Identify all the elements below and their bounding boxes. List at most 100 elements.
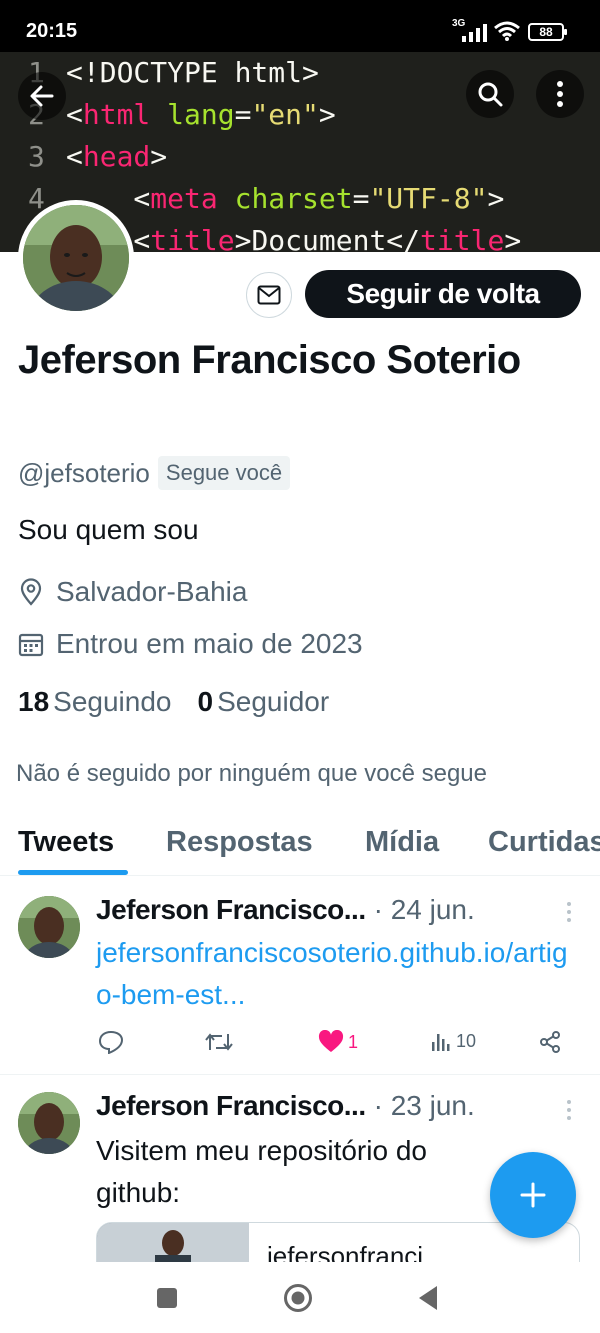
views-bar-chart-icon <box>432 1034 450 1051</box>
reply-icon <box>98 1030 124 1054</box>
status-time: 20:15 <box>26 20 78 42</box>
code-token: lang <box>150 98 235 131</box>
battery-level: 88 <box>539 25 553 39</box>
views-button[interactable]: 10 <box>430 1030 476 1052</box>
location-pin-icon <box>20 578 42 606</box>
retweet-icon <box>205 1033 233 1051</box>
share-icon <box>540 1031 560 1053</box>
square-icon <box>157 1288 177 1308</box>
follow-back-button[interactable]: Seguir de volta <box>305 270 581 318</box>
profile-handle: @jefsoterio <box>18 457 150 488</box>
avatar-photo <box>18 896 80 958</box>
tweet-more-icon[interactable] <box>562 1098 576 1122</box>
code-token: > <box>504 224 522 252</box>
profile-tabs: Tweets Respostas Mídia Curtidas <box>0 818 600 876</box>
tweet-date: · 24 jun. <box>373 894 475 925</box>
code-token: = <box>352 182 370 215</box>
home-button[interactable] <box>278 1282 318 1314</box>
code-token: > <box>150 140 168 173</box>
code-token: html <box>82 98 151 131</box>
tab-tweets[interactable]: Tweets <box>18 826 114 859</box>
triangle-back-icon <box>419 1286 437 1310</box>
followers-link[interactable]: 0 Seguidor <box>198 686 330 718</box>
code-token: title <box>150 224 235 252</box>
compose-tweet-button[interactable] <box>490 1152 576 1238</box>
code-token: < <box>66 98 83 131</box>
following-count: 18 <box>18 686 50 717</box>
retweet-button[interactable] <box>204 1030 234 1054</box>
profile-avatar[interactable] <box>18 200 134 316</box>
follow-stats: 18 Seguindo 0 Seguidor <box>18 686 329 718</box>
reply-button[interactable] <box>98 1030 124 1054</box>
code-line: 3 <head> <box>28 140 167 173</box>
code-line: 1<!DOCTYPE html> <box>28 56 319 89</box>
heart-filled-icon <box>318 1030 344 1052</box>
tab-likes[interactable]: Curtidas <box>488 826 600 859</box>
tweet-text: Visitem meu repositório do github: <box>96 1135 427 1208</box>
tweet-author[interactable]: Jeferson Francisco... <box>96 894 366 926</box>
tweet-more-icon[interactable] <box>562 900 576 924</box>
calendar-icon <box>18 633 44 657</box>
code-token: charset <box>217 182 353 215</box>
more-options-button[interactable] <box>536 70 584 118</box>
status-bar: 20:15 3G 88 <box>0 0 600 52</box>
line-number: 3 <box>28 140 45 173</box>
code-token: title <box>420 224 505 252</box>
code-token: head <box>82 140 151 173</box>
tweet-avatar[interactable] <box>18 896 80 958</box>
code-token: "en" <box>251 98 319 131</box>
tweet-avatar[interactable] <box>18 1092 80 1154</box>
views-count: 10 <box>456 1030 477 1051</box>
joined-row: Entrou em maio de 2023 <box>18 628 363 660</box>
search-button[interactable] <box>466 70 514 118</box>
code-token: > <box>318 98 336 131</box>
code-token: <!DOCTYPE html> <box>66 56 319 89</box>
tweet-author[interactable]: Jeferson Francisco... <box>96 1090 366 1122</box>
share-button[interactable] <box>538 1030 562 1054</box>
battery-icon: 88 <box>528 23 567 41</box>
active-tab-indicator <box>18 870 128 875</box>
code-token: > <box>487 182 505 215</box>
profile-joined: Entrou em maio de 2023 <box>56 628 363 659</box>
tweet-actions: 1 10 <box>96 1030 576 1060</box>
system-nav-bar <box>0 1262 600 1333</box>
wifi-icon <box>494 21 520 41</box>
tweet-link[interactable]: jefersonfranciscosoterio.github.io/artig… <box>96 937 568 1010</box>
handle-row: @jefsoterio Segue você <box>18 456 291 490</box>
following-label: Seguindo <box>53 686 172 717</box>
tweet-header: Jeferson Francisco... · 24 jun. <box>96 894 475 926</box>
avatar-photo <box>18 1092 80 1154</box>
followers-count: 0 <box>197 686 214 717</box>
message-button[interactable] <box>246 272 292 318</box>
tweet-date: · 23 jun. <box>373 1090 475 1121</box>
profile-location: Salvador-Bahia <box>56 576 248 607</box>
arrow-left-icon <box>30 85 54 107</box>
code-token: = <box>234 98 252 131</box>
tweet[interactable]: Jeferson Francisco... · 24 jun. jeferson… <box>0 880 600 1074</box>
tweet-divider <box>0 1074 600 1075</box>
location-row: Salvador-Bahia <box>18 576 247 608</box>
profile-name: Jeferson Francisco Soterio <box>18 338 521 382</box>
code-token: "UTF-8" <box>369 182 488 215</box>
tab-media[interactable]: Mídia <box>365 826 439 859</box>
follows-you-badge: Segue você <box>157 456 291 490</box>
search-icon <box>478 82 503 107</box>
following-link[interactable]: 18 Seguindo <box>18 686 172 718</box>
code-token: < <box>66 140 83 173</box>
tab-replies[interactable]: Respostas <box>166 826 313 859</box>
signal-icon <box>462 24 487 42</box>
back-button[interactable] <box>18 72 66 120</box>
more-vertical-icon <box>557 81 563 107</box>
circle-home-icon <box>284 1284 312 1312</box>
plus-icon <box>520 1182 546 1208</box>
profile-bio: Sou quem sou <box>18 514 199 545</box>
code-token: >Document</ <box>234 224 421 252</box>
code-token: meta <box>150 182 218 215</box>
avatar-photo <box>23 205 129 311</box>
tweet-body: jefersonfranciscosoterio.github.io/artig… <box>96 932 576 1016</box>
like-button[interactable]: 1 <box>318 1030 358 1054</box>
followers-label: Seguidor <box>217 686 330 717</box>
back-nav-button[interactable] <box>408 1282 448 1314</box>
tweet-header: Jeferson Francisco... · 23 jun. <box>96 1090 475 1122</box>
recents-button[interactable] <box>147 1282 187 1314</box>
